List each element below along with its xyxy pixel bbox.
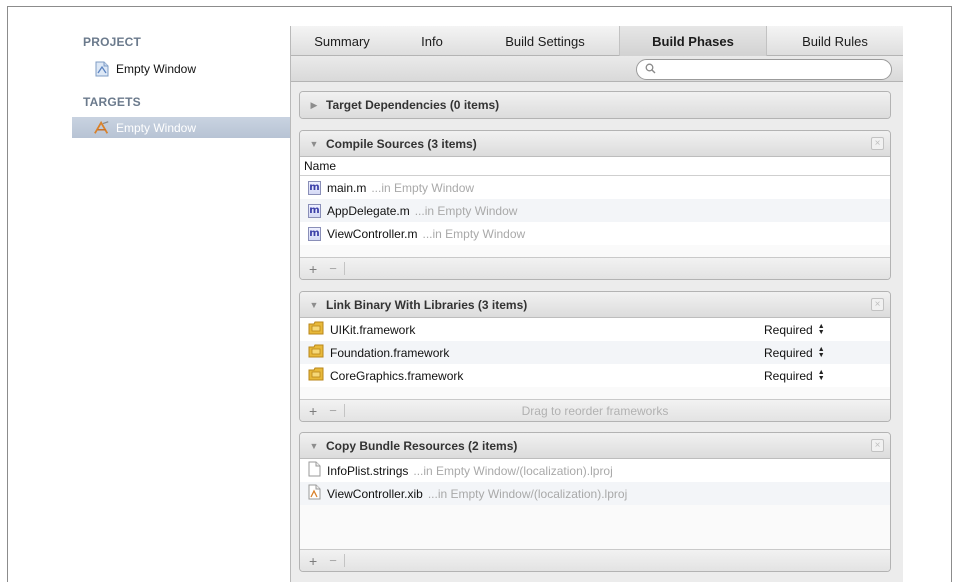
column-header-name[interactable]: Name bbox=[300, 157, 890, 176]
tab-info[interactable]: Info bbox=[393, 26, 471, 56]
file-location: ...in Empty Window bbox=[371, 180, 475, 195]
add-item-button[interactable]: + bbox=[309, 403, 317, 419]
search-input[interactable] bbox=[660, 63, 860, 76]
phase-compile-sources: ▼ Compile Sources (3 items) × Name m mai… bbox=[299, 130, 891, 280]
file-name: ViewController.m bbox=[327, 226, 418, 241]
project-file-icon bbox=[94, 61, 110, 77]
tab-build-phases[interactable]: Build Phases bbox=[619, 26, 767, 56]
phase-link-binary: ▼ Link Binary With Libraries (3 items) ×… bbox=[299, 291, 891, 422]
editor-tab-bar: Summary Info Build Settings Build Phases… bbox=[291, 26, 903, 56]
footer-divider bbox=[343, 554, 345, 567]
targets-heading: TARGETS bbox=[83, 95, 141, 109]
phase-header[interactable]: ▼ Compile Sources (3 items) × bbox=[300, 131, 890, 157]
objc-source-file-icon: m bbox=[308, 226, 321, 241]
sidebar-item-label: Empty Window bbox=[116, 120, 197, 135]
remove-item-button[interactable]: − bbox=[329, 261, 337, 276]
list-item[interactable]: m AppDelegate.m ...in Empty Window bbox=[300, 199, 890, 222]
phase-copy-bundle-resources: ▼ Copy Bundle Resources (2 items) × Info… bbox=[299, 432, 891, 572]
library-name: UIKit.framework bbox=[330, 322, 416, 337]
stepper-arrows-icon[interactable]: ▲ ▼ bbox=[818, 323, 825, 336]
tab-summary[interactable]: Summary bbox=[291, 26, 393, 56]
add-item-button[interactable]: + bbox=[309, 261, 317, 277]
sidebar-item-label: Empty Window bbox=[116, 61, 197, 76]
list-item[interactable]: InfoPlist.strings ...in Empty Window/(lo… bbox=[300, 459, 890, 482]
phase-footer: + − bbox=[300, 549, 890, 571]
project-heading: PROJECT bbox=[83, 35, 142, 49]
objc-source-file-icon: m bbox=[308, 203, 321, 218]
stepper-arrows-icon[interactable]: ▲ ▼ bbox=[818, 369, 825, 382]
footer-divider bbox=[343, 262, 345, 275]
framework-icon bbox=[308, 344, 324, 361]
file-name: ViewController.xib bbox=[327, 486, 423, 501]
phase-title: Copy Bundle Resources (2 items) bbox=[326, 438, 518, 453]
phase-footer: + − Drag to reorder frameworks bbox=[300, 399, 890, 421]
file-name: main.m bbox=[327, 180, 367, 195]
triangle-down-icon[interactable]: ▼ bbox=[304, 300, 324, 310]
phase-target-dependencies: ▶ Target Dependencies (0 items) bbox=[299, 91, 891, 119]
stepper-arrows-icon[interactable]: ▲ ▼ bbox=[818, 346, 825, 359]
file-location: ...in Empty Window/(localization).lproj bbox=[427, 486, 628, 501]
phase-header[interactable]: ▶ Target Dependencies (0 items) bbox=[300, 92, 890, 118]
search-field[interactable] bbox=[636, 59, 892, 80]
file-location: ...in Empty Window/(localization).lproj bbox=[413, 463, 613, 478]
xib-file-icon bbox=[308, 484, 321, 503]
list-item[interactable]: CoreGraphics.framework Required ▲ ▼ bbox=[300, 364, 890, 387]
search-icon bbox=[645, 63, 656, 77]
status-popup[interactable]: Required ▲ ▼ bbox=[764, 369, 825, 383]
footer-divider bbox=[343, 404, 345, 417]
drag-hint: Drag to reorder frameworks bbox=[521, 403, 669, 418]
list-item[interactable]: m main.m ...in Empty Window bbox=[300, 176, 890, 199]
phase-title: Target Dependencies (0 items) bbox=[326, 98, 500, 112]
framework-icon bbox=[308, 321, 324, 338]
status-popup[interactable]: Required ▲ ▼ bbox=[764, 346, 825, 360]
phase-title: Compile Sources (3 items) bbox=[326, 136, 477, 151]
file-name: InfoPlist.strings bbox=[327, 463, 409, 478]
filter-bar bbox=[291, 56, 903, 82]
build-phases-editor: ▶ Target Dependencies (0 items) ▼ Compil… bbox=[291, 82, 903, 582]
status-popup[interactable]: Required ▲ ▼ bbox=[764, 323, 825, 337]
close-icon[interactable]: × bbox=[871, 137, 884, 150]
triangle-down-icon[interactable]: ▼ bbox=[304, 441, 324, 451]
file-location: ...in Empty Window bbox=[414, 203, 518, 218]
phase-title: Link Binary With Libraries (3 items) bbox=[326, 297, 528, 312]
library-name: Foundation.framework bbox=[330, 345, 450, 360]
triangle-right-icon[interactable]: ▶ bbox=[304, 100, 324, 111]
phase-header[interactable]: ▼ Copy Bundle Resources (2 items) × bbox=[300, 433, 890, 459]
sidebar-item-project[interactable]: Empty Window bbox=[72, 58, 290, 79]
phase-header[interactable]: ▼ Link Binary With Libraries (3 items) × bbox=[300, 292, 890, 318]
tab-build-rules[interactable]: Build Rules bbox=[767, 26, 903, 56]
strings-file-icon bbox=[308, 461, 321, 480]
list-item[interactable]: Foundation.framework Required ▲ ▼ bbox=[300, 341, 890, 364]
status-label: Required bbox=[764, 368, 813, 383]
file-location: ...in Empty Window bbox=[422, 226, 526, 241]
remove-item-button[interactable]: − bbox=[329, 403, 337, 418]
close-icon[interactable]: × bbox=[871, 298, 884, 311]
list-item[interactable]: m ViewController.m ...in Empty Window bbox=[300, 222, 890, 245]
file-name: AppDelegate.m bbox=[327, 203, 410, 218]
triangle-down-icon[interactable]: ▼ bbox=[304, 139, 324, 149]
remove-item-button[interactable]: − bbox=[329, 553, 337, 568]
app-target-icon bbox=[94, 120, 110, 136]
tab-build-settings[interactable]: Build Settings bbox=[471, 26, 619, 56]
library-name: CoreGraphics.framework bbox=[330, 368, 464, 383]
list-item[interactable]: UIKit.framework Required ▲ ▼ bbox=[300, 318, 890, 341]
list-item[interactable]: ViewController.xib ...in Empty Window/(l… bbox=[300, 482, 890, 505]
status-label: Required bbox=[764, 345, 813, 360]
project-navigator-sidebar: PROJECT Empty Window TARGETS Empty Windo… bbox=[72, 26, 291, 582]
status-label: Required bbox=[764, 322, 813, 337]
sidebar-item-target[interactable]: Empty Window bbox=[72, 117, 290, 138]
framework-icon bbox=[308, 367, 324, 384]
phase-footer: + − bbox=[300, 257, 890, 279]
add-item-button[interactable]: + bbox=[309, 553, 317, 569]
objc-source-file-icon: m bbox=[308, 180, 321, 195]
close-icon[interactable]: × bbox=[871, 439, 884, 452]
